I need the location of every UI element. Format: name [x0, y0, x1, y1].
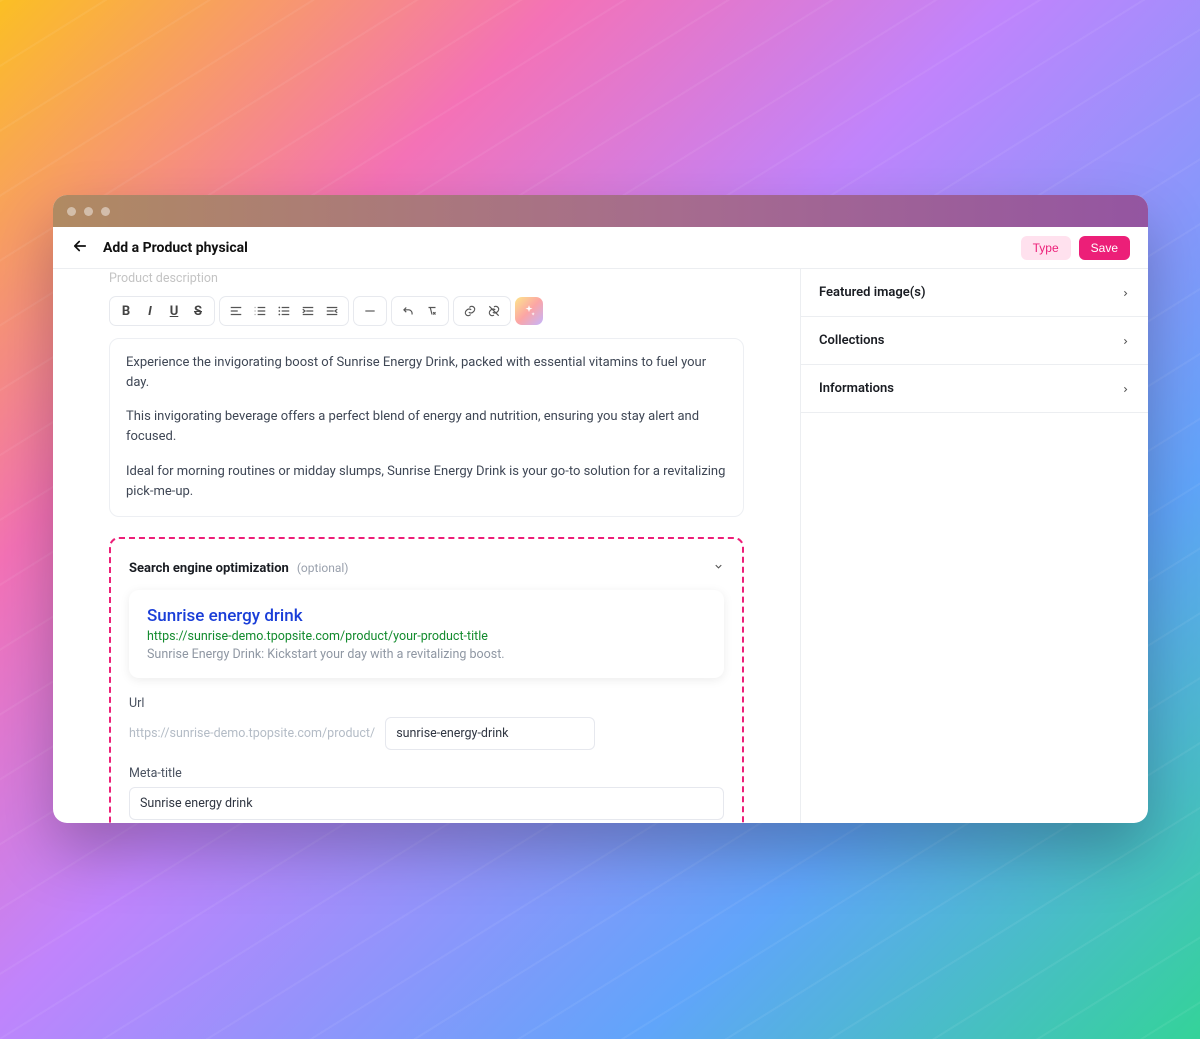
horizontal-rule-icon[interactable] — [359, 300, 381, 322]
underline-icon[interactable]: U — [163, 300, 185, 322]
description-paragraph-2: This invigorating beverage offers a perf… — [126, 407, 727, 447]
description-paragraph-1: Experience the invigorating boost of Sun… — [126, 353, 727, 393]
annotation-arrow-icon — [778, 794, 800, 823]
strike-icon[interactable]: S — [187, 300, 209, 322]
slug-input[interactable] — [385, 717, 595, 750]
bullet-list-icon[interactable] — [273, 300, 295, 322]
sidebar-item-collections[interactable]: Collections — [801, 317, 1148, 365]
bold-icon[interactable]: B — [115, 300, 137, 322]
description-section-label: Product description — [109, 271, 744, 286]
editor-toolbar: B I U S — [109, 296, 744, 326]
chevron-right-icon — [1121, 379, 1130, 398]
page-header: Add a Product physical Type Save — [53, 227, 1148, 269]
app-window: Add a Product physical Type Save Product… — [53, 195, 1148, 823]
save-button[interactable]: Save — [1079, 236, 1130, 260]
seo-preview-card: Sunrise energy drink https://sunrise-dem… — [129, 590, 724, 678]
sidebar-item-label: Informations — [819, 381, 894, 396]
main-column: Product description B I U S — [53, 269, 800, 823]
page-title: Add a Product physical — [103, 240, 248, 256]
undo-icon[interactable] — [397, 300, 419, 322]
seo-optional-tag: (optional) — [297, 561, 349, 575]
url-base-readonly: https://sunrise-demo.tpopsite.com/produc… — [129, 726, 375, 741]
back-arrow-icon[interactable] — [71, 237, 89, 259]
url-label: Url — [129, 696, 724, 711]
clear-format-icon[interactable] — [421, 300, 443, 322]
link-icon[interactable] — [459, 300, 481, 322]
right-sidebar: Featured image(s) Collections Informatio… — [800, 269, 1148, 823]
sidebar-item-label: Featured image(s) — [819, 285, 926, 300]
window-max-dot[interactable] — [101, 207, 110, 216]
seo-preview-title: Sunrise energy drink — [147, 606, 706, 626]
window-close-dot[interactable] — [67, 207, 76, 216]
ai-sparkle-icon[interactable] — [515, 297, 543, 325]
ordered-list-icon[interactable] — [249, 300, 271, 322]
window-titlebar — [53, 195, 1148, 227]
meta-title-input[interactable] — [129, 787, 724, 820]
window-min-dot[interactable] — [84, 207, 93, 216]
seo-preview-description: Sunrise Energy Drink: Kickstart your day… — [147, 647, 706, 662]
seo-preview-url: https://sunrise-demo.tpopsite.com/produc… — [147, 629, 706, 644]
sidebar-item-featured-images[interactable]: Featured image(s) — [801, 269, 1148, 317]
chevron-down-icon[interactable] — [713, 557, 724, 576]
meta-title-label: Meta-title — [129, 766, 724, 781]
align-left-icon[interactable] — [225, 300, 247, 322]
indent-icon[interactable] — [297, 300, 319, 322]
italic-icon[interactable]: I — [139, 300, 161, 322]
type-button[interactable]: Type — [1021, 236, 1071, 260]
description-editor[interactable]: Experience the invigorating boost of Sun… — [109, 338, 744, 517]
chevron-right-icon — [1121, 283, 1130, 302]
unlink-icon[interactable] — [483, 300, 505, 322]
sidebar-item-label: Collections — [819, 333, 884, 348]
seo-section: Search engine optimization (optional) Su… — [109, 537, 744, 823]
sidebar-item-informations[interactable]: Informations — [801, 365, 1148, 413]
outdent-icon[interactable] — [321, 300, 343, 322]
seo-heading: Search engine optimization — [129, 561, 289, 576]
chevron-right-icon — [1121, 331, 1130, 350]
description-paragraph-3: Ideal for morning routines or midday slu… — [126, 462, 727, 502]
